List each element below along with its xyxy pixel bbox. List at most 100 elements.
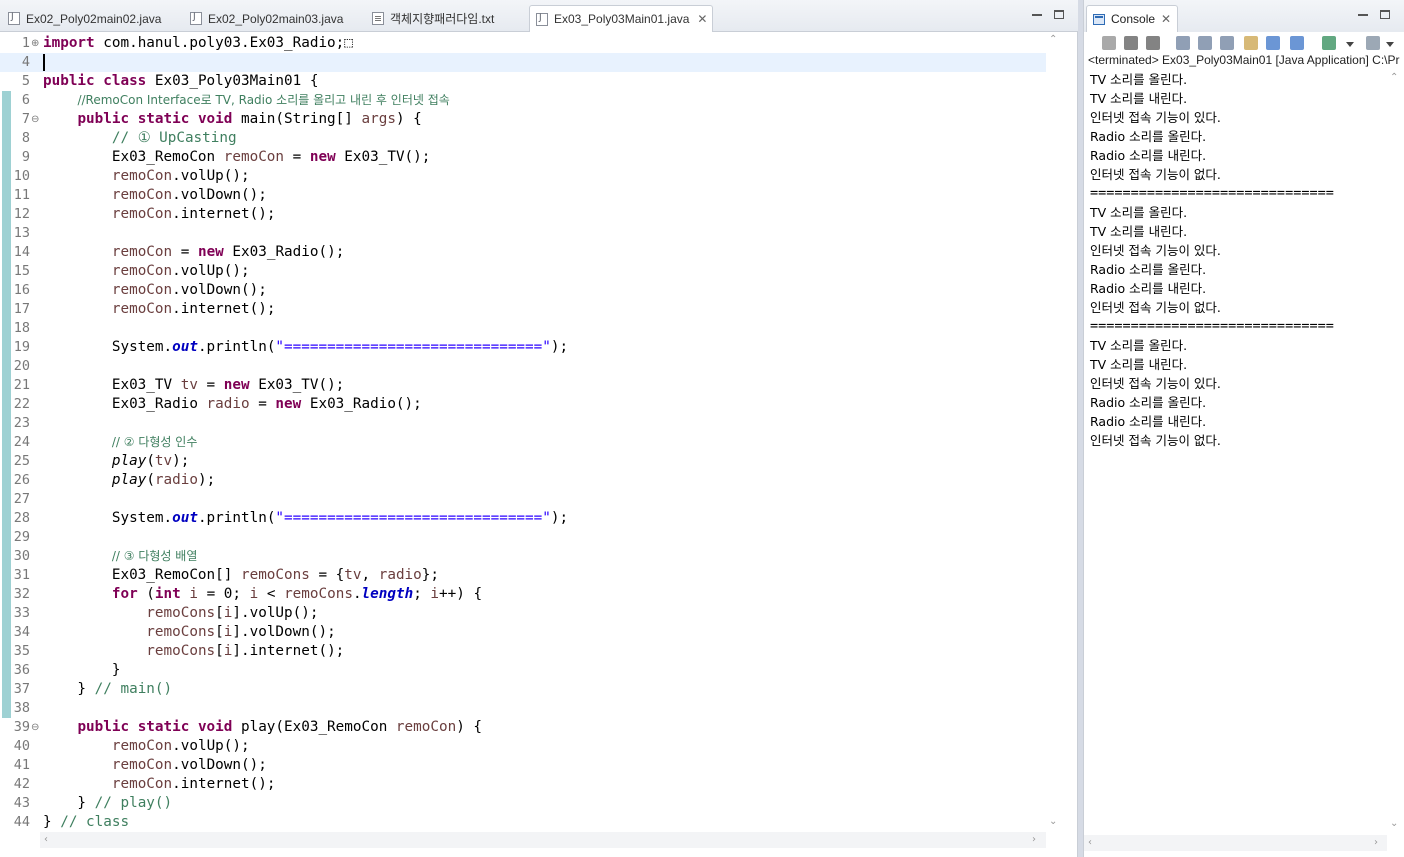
line-number: 18 (13, 320, 30, 336)
code-line[interactable]: 24 // ② 다형성 인수 (0, 433, 1046, 452)
code-line[interactable]: 35 remoCons[i].internet(); (0, 642, 1046, 661)
code-line[interactable]: 27 (0, 490, 1046, 509)
console-output-line: ============================== (1090, 318, 1334, 334)
code-line[interactable]: 15 remoCon.volUp(); (0, 262, 1046, 281)
code-line[interactable]: 11 remoCon.volDown(); (0, 186, 1046, 205)
code-line[interactable]: 13 (0, 224, 1046, 243)
code-token: .volDown(); (172, 282, 267, 298)
terminate-icon[interactable] (1102, 36, 1116, 50)
code-line[interactable]: 39 ⊖ public static void play(Ex03_RemoCon… (0, 718, 1046, 737)
remove-all-icon[interactable] (1146, 36, 1160, 50)
scroll-right-icon[interactable]: › (1032, 834, 1036, 845)
tab-ex03-poly03main01[interactable]: Ex03_Poly03Main01.java ✕ (529, 5, 713, 32)
code-token: remoCons (146, 643, 216, 659)
code-line[interactable]: 28 System.out.println("=================… (0, 509, 1046, 528)
code-editor[interactable]: 1 ⊕ import com.hanul.poly03.Ex03_Radio;⬚ 4 5… (0, 32, 1046, 832)
editor-horizontal-scrollbar[interactable]: ‹ › (40, 832, 1046, 848)
pin-console-icon[interactable] (1290, 36, 1304, 50)
code-line[interactable]: 1 ⊕ import com.hanul.poly03.Ex03_Radio;⬚ (0, 34, 1046, 53)
code-token: System. (43, 510, 173, 526)
show-stderr-icon[interactable] (1266, 36, 1280, 50)
clear-console-icon[interactable] (1176, 36, 1190, 50)
code-line[interactable]: 31 Ex03_RemoCon[] remoCons = {tv, radio}… (0, 566, 1046, 585)
open-console-icon[interactable] (1366, 36, 1380, 50)
dropdown-icon[interactable] (1346, 42, 1354, 47)
code-line[interactable]: 32 for (int i = 0; i < remoCons.length; … (0, 585, 1046, 604)
code-line[interactable]: 33 remoCons[i].volUp(); (0, 604, 1046, 623)
minimize-icon[interactable] (1358, 14, 1368, 16)
scroll-up-icon[interactable]: ⌃ (1049, 34, 1057, 45)
code-line[interactable]: 7 ⊖ public static void main(String[] args… (0, 110, 1046, 129)
code-line[interactable]: 23 (0, 414, 1046, 433)
minimize-icon[interactable] (1032, 14, 1042, 16)
code-token: "==============================" (275, 510, 551, 526)
scroll-up-icon[interactable]: ⌃ (1390, 72, 1398, 83)
code-line[interactable]: 34 remoCons[i].volDown(); (0, 623, 1046, 642)
code-line[interactable]: 9 Ex03_RemoCon remoCon = new Ex03_TV(); (0, 148, 1046, 167)
code-token: System. (43, 339, 173, 355)
code-line[interactable]: 10 remoCon.volUp(); (0, 167, 1046, 186)
tab-ex02-poly02main02[interactable]: Ex02_Poly02main02.java (2, 5, 182, 32)
tab-console[interactable]: Console ✕ (1086, 5, 1178, 32)
code-line[interactable]: 25 play(tv); (0, 452, 1046, 471)
remove-launch-icon[interactable] (1124, 36, 1138, 50)
dropdown-icon[interactable] (1386, 42, 1394, 47)
fold-toggle-icon[interactable]: ⊖ (31, 110, 39, 129)
console-horizontal-scrollbar[interactable]: ‹ › (1084, 835, 1387, 851)
maximize-icon[interactable] (1054, 10, 1064, 19)
code-line[interactable]: 41 remoCon.volDown(); (0, 756, 1046, 775)
tab-oop-paradigm-txt[interactable]: 객체지향패러다임.txt (366, 5, 526, 32)
code-line[interactable]: 18 (0, 319, 1046, 338)
code-text: Ex03_TV tv = new Ex03_TV(); (43, 376, 344, 395)
maximize-icon[interactable] (1380, 10, 1390, 19)
tab-ex02-poly02main03[interactable]: Ex02_Poly02main03.java (184, 5, 364, 32)
line-number: 4 (21, 54, 30, 70)
code-line[interactable]: 6 //RemoCon Interface로 TV, Radio 소리를 올리고… (0, 91, 1046, 110)
code-line[interactable]: 38 (0, 699, 1046, 718)
word-wrap-icon[interactable] (1220, 36, 1234, 50)
display-console-icon[interactable] (1322, 36, 1336, 50)
editor-vertical-scrollbar[interactable]: ⌃ ⌄ (1046, 32, 1062, 832)
code-line[interactable]: 8 // ① UpCasting (0, 129, 1046, 148)
code-line[interactable]: 42 remoCon.internet(); (0, 775, 1046, 794)
code-line[interactable]: 30 // ③ 다형성 배열 (0, 547, 1046, 566)
fold-toggle-icon[interactable]: ⊕ (31, 34, 39, 53)
code-line[interactable]: 29 (0, 528, 1046, 547)
code-line[interactable]: 21 Ex03_TV tv = new Ex03_TV(); (0, 376, 1046, 395)
code-line[interactable]: 22 Ex03_Radio radio = new Ex03_Radio(); (0, 395, 1046, 414)
fold-toggle-icon[interactable]: ⊖ (31, 718, 39, 737)
code-token: . (352, 586, 362, 602)
close-icon[interactable]: ✕ (697, 12, 707, 26)
code-line[interactable]: 19 System.out.println("=================… (0, 338, 1046, 357)
console-output[interactable]: TV 소리를 올린다. TV 소리를 내린다. 인터넷 접속 기능이 있다. Radi… (1084, 70, 1387, 835)
code-line[interactable]: 14 remoCon = new Ex03_Radio(); (0, 243, 1046, 262)
code-line[interactable]: 26 play(radio); (0, 471, 1046, 490)
line-number: 20 (13, 358, 30, 374)
code-line[interactable]: 36 } (0, 661, 1046, 680)
scroll-right-icon[interactable]: › (1374, 837, 1378, 848)
code-line[interactable]: 5 public class Ex03_Poly03Main01 { (0, 72, 1046, 91)
scroll-lock-icon[interactable] (1198, 36, 1212, 50)
code-line[interactable]: 20 (0, 357, 1046, 376)
code-line[interactable]: 4 (0, 53, 1046, 72)
scroll-down-icon[interactable]: ⌄ (1049, 816, 1057, 827)
code-line[interactable]: 40 remoCon.volUp(); (0, 737, 1046, 756)
close-icon[interactable]: ✕ (1161, 12, 1171, 26)
code-line[interactable]: 44} // class (0, 813, 1046, 832)
code-token: remoCon (111, 776, 173, 792)
scroll-left-icon[interactable]: ‹ (1088, 837, 1092, 848)
code-line[interactable]: 43 } // play() (0, 794, 1046, 813)
scroll-left-icon[interactable]: ‹ (44, 834, 48, 845)
scroll-down-icon[interactable]: ⌄ (1390, 818, 1398, 829)
console-vertical-scrollbar[interactable]: ⌃ ⌄ (1387, 70, 1403, 835)
code-line[interactable]: 12 remoCon.internet(); (0, 205, 1046, 224)
code-text: remoCon = new Ex03_Radio(); (43, 243, 344, 262)
java-file-icon (190, 12, 202, 25)
code-line[interactable]: 37 } // main() (0, 680, 1046, 699)
code-line[interactable]: 17 remoCon.internet(); (0, 300, 1046, 319)
console-output-line: TV 소리를 올린다. (1090, 205, 1188, 220)
code-line[interactable]: 16 remoCon.volDown(); (0, 281, 1046, 300)
show-stdout-icon[interactable] (1244, 36, 1258, 50)
